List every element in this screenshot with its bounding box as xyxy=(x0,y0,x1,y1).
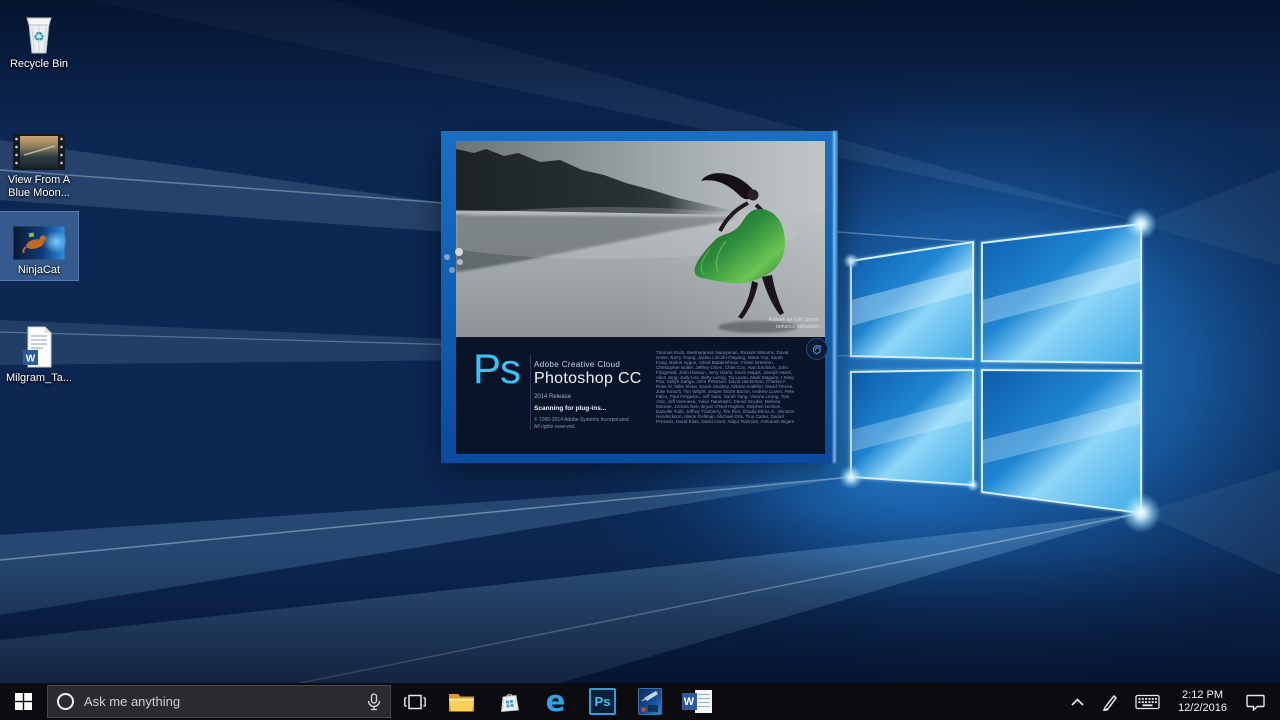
taskbar-photoshop-button[interactable]: Ps xyxy=(579,683,626,720)
taskbar-edge-button[interactable]: e xyxy=(532,683,579,720)
credits-list: Thomas Knoll, Seetharaman Narayanan, Rus… xyxy=(656,351,795,424)
taskbar-file-explorer-button[interactable] xyxy=(438,683,485,720)
desktop: ♻ Recycle Bin View From A Blue Moon... N… xyxy=(0,0,1280,683)
taskbar-store-button[interactable] xyxy=(485,683,532,720)
artwork-credit: Artwork by Kylli Sparre behance.net/adob… xyxy=(768,317,819,330)
tray-overflow-button[interactable] xyxy=(1064,683,1091,720)
action-center-icon xyxy=(1246,694,1265,711)
desktop-icon-recycle-bin[interactable]: ♻ Recycle Bin xyxy=(0,6,78,74)
keyboard-icon xyxy=(1135,694,1160,709)
photoshop-logo-text: Ps xyxy=(473,345,521,392)
search-input[interactable] xyxy=(82,693,359,710)
touch-keyboard-button[interactable] xyxy=(1129,683,1166,720)
taskbar: e Ps W xyxy=(0,683,1280,720)
action-center-button[interactable] xyxy=(1239,683,1272,720)
microphone-icon[interactable] xyxy=(367,692,381,711)
pen-icon xyxy=(1102,694,1118,711)
taskbar-word-button[interactable]: W xyxy=(673,683,720,720)
copyright-line: © 1990-2014 Adobe Systems Incorporated. xyxy=(534,417,630,423)
windows-start-icon xyxy=(14,693,32,710)
copyright-line: All rights reserved. xyxy=(534,424,576,430)
word-document-icon: W xyxy=(1,323,77,369)
edge-icon: e xyxy=(545,684,566,718)
recycle-bin-icon: ♻ xyxy=(1,9,77,55)
taskbar-image-file-button[interactable] xyxy=(626,683,673,720)
desktop-icon-label: View From A Blue Moon... xyxy=(7,174,71,199)
photoshop-splash-window: Artwork by Kylli Sparre behance.net/adob… xyxy=(441,131,838,463)
task-view-icon xyxy=(403,694,426,709)
cortana-search-box[interactable] xyxy=(47,685,391,718)
busy-spinner-cursor-icon xyxy=(441,242,469,276)
desktop-icon-blue-moon-video[interactable]: View From A Blue Moon... xyxy=(0,122,78,203)
store-bag-icon xyxy=(500,693,519,712)
chevron-up-icon xyxy=(1071,697,1084,706)
splash-info-panel: Ps Adobe Creative Cloud Photoshop CC 201… xyxy=(456,337,828,454)
desktop-icon-label: Milgram_Ta... xyxy=(5,372,73,384)
product-title: Photoshop CC xyxy=(534,370,642,387)
picture-thumbnail-icon xyxy=(637,688,662,715)
adobe-badge-icon xyxy=(806,338,828,360)
loading-status: Scanning for plug-ins... xyxy=(534,405,607,412)
desktop-icon-label: NinjaCat xyxy=(17,264,61,276)
word-icon: W xyxy=(681,688,712,715)
wallpaper-beam-highlight xyxy=(833,131,836,463)
video-file-icon xyxy=(1,125,77,171)
tray-date: 12/2/2016 xyxy=(1178,701,1227,714)
desktop-icon-label: Recycle Bin xyxy=(9,58,69,70)
desktop-icon-milgram-doc[interactable]: W Milgram_Ta... xyxy=(0,320,78,388)
system-tray: 2:12 PM 12/2/2016 xyxy=(1064,683,1280,720)
splash-artwork: Artwork by Kylli Sparre behance.net/adob… xyxy=(456,141,825,337)
tray-clock[interactable]: 2:12 PM 12/2/2016 xyxy=(1170,689,1235,715)
svg-text:W: W xyxy=(26,354,36,365)
file-explorer-icon xyxy=(449,693,474,711)
brand-label: Adobe Creative Cloud xyxy=(534,360,621,369)
svg-text:♻: ♻ xyxy=(33,30,45,45)
start-button[interactable] xyxy=(0,683,46,720)
release-label: 2014 Release xyxy=(534,394,572,400)
windows-ink-button[interactable] xyxy=(1095,683,1125,720)
photoshop-icon: Ps xyxy=(589,688,616,715)
task-view-button[interactable] xyxy=(391,683,438,720)
desktop-icon-ninjacat[interactable]: NinjaCat xyxy=(0,211,79,281)
divider xyxy=(530,354,531,430)
cortana-icon xyxy=(57,693,74,710)
image-file-icon xyxy=(1,215,77,261)
tray-time: 2:12 PM xyxy=(1182,688,1224,701)
